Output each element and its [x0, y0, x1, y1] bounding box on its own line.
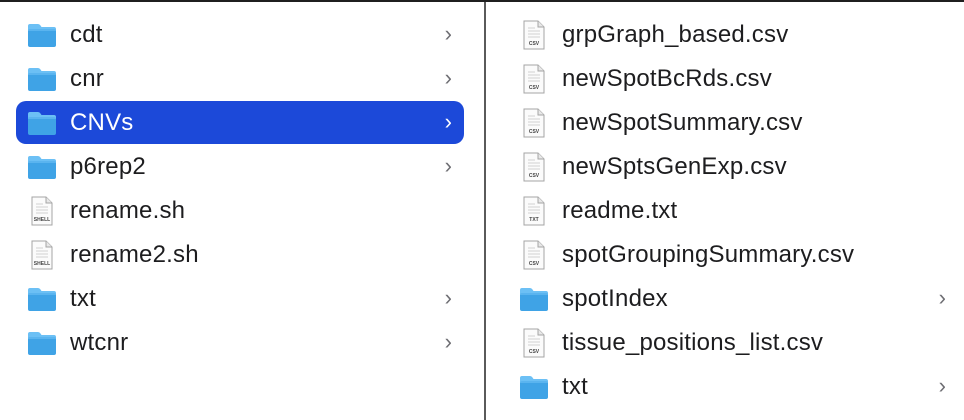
document-icon: CSV	[518, 327, 550, 359]
folder-icon	[518, 371, 550, 403]
svg-text:CSV: CSV	[529, 173, 540, 179]
item-label: p6rep2	[70, 152, 146, 180]
chevron-right-icon: ›	[444, 21, 452, 46]
left-column-item-p6rep2[interactable]: p6rep2 ›	[16, 145, 464, 188]
item-label: newSptsGenExp.csv	[562, 152, 787, 180]
document-icon: SHELL	[26, 195, 58, 227]
item-label: grpGraph_based.csv	[562, 20, 789, 48]
right-column-item-newspotbcrds-csv[interactable]: CSV newSpotBcRds.csv	[508, 57, 958, 100]
folder-icon	[26, 151, 58, 183]
folder-icon	[26, 63, 58, 95]
document-icon: CSV	[518, 107, 550, 139]
folder-icon	[26, 107, 58, 139]
item-label: txt	[562, 372, 588, 400]
finder-column-left[interactable]: cdt › cnr › CNVs › p6rep2 › SHELL rename.sh …	[0, 2, 484, 420]
left-column-item-rename-sh[interactable]: SHELL rename.sh	[16, 189, 464, 232]
folder-icon	[26, 327, 58, 359]
right-column-item-readme-txt[interactable]: TXT readme.txt	[508, 189, 958, 232]
item-label: cdt	[70, 20, 103, 48]
right-column-item-spotindex[interactable]: spotIndex ›	[508, 277, 958, 320]
item-label: spotIndex	[562, 284, 668, 312]
item-label: wtcnr	[70, 328, 129, 356]
svg-text:CSV: CSV	[529, 41, 540, 47]
item-label: cnr	[70, 64, 104, 92]
svg-text:CSV: CSV	[529, 261, 540, 267]
document-icon: CSV	[518, 63, 550, 95]
item-label: CNVs	[70, 108, 134, 136]
chevron-right-icon: ›	[444, 329, 452, 354]
svg-text:CSV: CSV	[529, 129, 540, 135]
left-column-item-rename2-sh[interactable]: SHELL rename2.sh	[16, 233, 464, 276]
chevron-right-icon: ›	[444, 65, 452, 90]
svg-text:CSV: CSV	[529, 349, 540, 355]
document-icon: SHELL	[26, 239, 58, 271]
svg-text:CSV: CSV	[529, 85, 540, 91]
item-label: rename2.sh	[70, 240, 199, 268]
folder-icon	[26, 283, 58, 315]
svg-text:SHELL: SHELL	[34, 217, 50, 223]
document-icon: CSV	[518, 239, 550, 271]
left-column-item-wtcnr[interactable]: wtcnr ›	[16, 321, 464, 364]
item-label: readme.txt	[562, 196, 678, 224]
item-label: txt	[70, 284, 96, 312]
right-column-item-txt[interactable]: txt ›	[508, 365, 958, 408]
right-column-item-grpgraph-based-csv[interactable]: CSV grpGraph_based.csv	[508, 13, 958, 56]
finder-column-right[interactable]: CSV grpGraph_based.csv CSV newSpotBcRds.…	[486, 2, 964, 420]
svg-text:TXT: TXT	[529, 217, 538, 223]
item-label: tissue_positions_list.csv	[562, 328, 824, 356]
chevron-right-icon: ›	[444, 153, 452, 178]
folder-icon	[26, 19, 58, 51]
chevron-right-icon: ›	[938, 373, 946, 398]
document-icon: CSV	[518, 19, 550, 51]
item-label: newSpotSummary.csv	[562, 108, 803, 136]
right-column-item-spotgroupingsummary-csv[interactable]: CSV spotGroupingSummary.csv	[508, 233, 958, 276]
item-label: newSpotBcRds.csv	[562, 64, 772, 92]
chevron-right-icon: ›	[444, 285, 452, 310]
document-icon: TXT	[518, 195, 550, 227]
chevron-right-icon: ›	[444, 109, 452, 134]
item-label: rename.sh	[70, 196, 186, 224]
chevron-right-icon: ›	[938, 285, 946, 310]
svg-text:SHELL: SHELL	[34, 261, 50, 267]
left-column-item-cdt[interactable]: cdt ›	[16, 13, 464, 56]
item-label: spotGroupingSummary.csv	[562, 240, 855, 268]
left-column-item-cnr[interactable]: cnr ›	[16, 57, 464, 100]
left-column-item-cnvs[interactable]: CNVs ›	[16, 101, 464, 144]
left-column-item-txt[interactable]: txt ›	[16, 277, 464, 320]
right-column-item-newsptsgenexp-csv[interactable]: CSV newSptsGenExp.csv	[508, 145, 958, 188]
document-icon: CSV	[518, 151, 550, 183]
right-column-item-tissue-positions-list-csv[interactable]: CSV tissue_positions_list.csv	[508, 321, 958, 364]
right-column-item-newspotsummary-csv[interactable]: CSV newSpotSummary.csv	[508, 101, 958, 144]
folder-icon	[518, 283, 550, 315]
